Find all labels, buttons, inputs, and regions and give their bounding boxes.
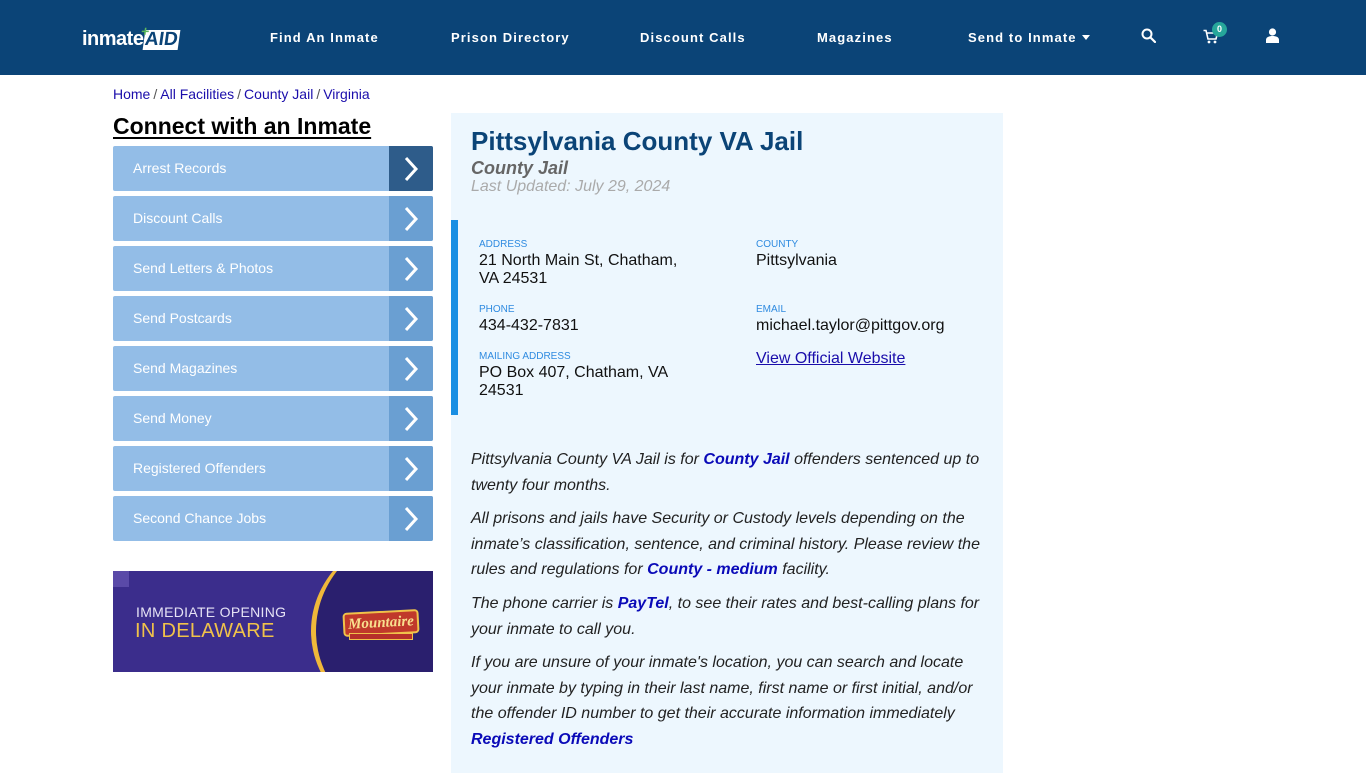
nav-magazines[interactable]: Magazines: [817, 30, 893, 45]
mailing-address-label: MAILING ADDRESS: [479, 351, 571, 362]
last-updated: Last Updated: July 29, 2024: [471, 178, 671, 195]
logo-aid: AID: [144, 29, 180, 50]
county-field: COUNTY Pittsylvania: [756, 239, 837, 270]
logo-text-inmate: inmate: [82, 28, 144, 50]
text: If you are unsure of your inmate's locat…: [471, 654, 973, 723]
chevron-right-icon: [389, 496, 433, 541]
ad-subheadline: IN DELAWARE: [135, 620, 275, 642]
description-paragraph: If you are unsure of your inmate's locat…: [471, 650, 991, 752]
ad-headline: IMMEDIATE OPENING: [136, 604, 287, 620]
breadcrumb-all-facilities[interactable]: All Facilities: [160, 86, 234, 102]
chevron-right-icon: [389, 146, 433, 191]
cart-count-badge: 0: [1212, 22, 1227, 37]
phone-value: 434-432-7831: [479, 317, 579, 334]
sidebar-item-label: Registered Offenders: [133, 460, 266, 476]
text: facility.: [777, 561, 830, 579]
sidebar-item-label: Second Chance Jobs: [133, 510, 267, 526]
breadcrumb-county-jail[interactable]: County Jail: [244, 86, 313, 102]
sidebar-item-label: Send Money: [133, 410, 212, 426]
chevron-right-icon: [389, 196, 433, 241]
facility-description: Pittsylvania County VA Jail is for Count…: [471, 447, 991, 761]
sidebar-item-send-money[interactable]: Send Money: [113, 396, 433, 441]
email-field: EMAIL michael.taylor@pittgov.org: [756, 304, 944, 335]
logo-text-aid: + AID: [141, 23, 181, 50]
address-field: ADDRESS 21 North Main St, Chatham, VA 24…: [479, 239, 694, 288]
sidebar-title[interactable]: Connect with an Inmate: [113, 113, 371, 140]
chevron-right-icon: [389, 296, 433, 341]
sidebar-item-label: Send Postcards: [133, 310, 232, 326]
search-icon[interactable]: [1141, 28, 1157, 48]
ad-brand-ribbon: [349, 633, 413, 640]
text: Pittsylvania County VA Jail is for: [471, 451, 704, 468]
chevron-right-icon: [389, 346, 433, 391]
facility-panel: Pittsylvania County VA Jail County Jail …: [451, 113, 1003, 773]
user-icon[interactable]: [1266, 28, 1279, 48]
text: The phone carrier is: [471, 594, 618, 612]
caret-down-icon: [1081, 35, 1090, 40]
nav-discount-calls[interactable]: Discount Calls: [640, 30, 746, 45]
inmateaid-logo[interactable]: inmate + AID: [82, 23, 181, 50]
sidebar-item-registered-offenders[interactable]: Registered Offenders: [113, 446, 433, 491]
phone-field: PHONE 434-432-7831: [479, 304, 579, 335]
chevron-right-icon: [389, 396, 433, 441]
phone-label: PHONE: [479, 304, 515, 315]
sidebar-item-arrest-records[interactable]: Arrest Records: [113, 146, 433, 191]
county-medium-link[interactable]: County - medium: [647, 561, 778, 578]
sidebar-item-label: Discount Calls: [133, 210, 223, 226]
address-value: 21 North Main St, Chatham, VA 24531: [479, 252, 678, 287]
breadcrumb: Home / All Facilities / County Jail / Virginia: [113, 86, 370, 102]
facility-title: Pittsylvania County VA Jail: [471, 126, 804, 156]
mailing-address-field: MAILING ADDRESS PO Box 407, Chatham, VA …: [479, 351, 684, 400]
sidebar-item-send-letters-photos[interactable]: Send Letters & Photos: [113, 246, 433, 291]
description-paragraph: Pittsylvania County VA Jail is for Count…: [471, 447, 991, 498]
paytel-link[interactable]: PayTel: [618, 595, 669, 612]
sidebar-item-label: Send Letters & Photos: [133, 260, 274, 276]
email-value: michael.taylor@pittgov.org: [756, 317, 945, 334]
description-paragraph: The phone carrier is PayTel, to see thei…: [471, 591, 991, 642]
nav-find-an-inmate[interactable]: Find An Inmate: [270, 30, 379, 45]
chevron-right-icon: [389, 246, 433, 291]
breadcrumb-separator: /: [316, 86, 321, 102]
sidebar-item-send-postcards[interactable]: Send Postcards: [113, 296, 433, 341]
sidebar-item-send-magazines[interactable]: Send Magazines: [113, 346, 433, 391]
info-accent-bar: [451, 220, 458, 415]
sidebar-item-discount-calls[interactable]: Discount Calls: [113, 196, 433, 241]
ad-banner[interactable]: IMMEDIATE OPENING IN DELAWARE Mountaire: [113, 571, 433, 672]
county-label: COUNTY: [756, 239, 799, 250]
breadcrumb-home[interactable]: Home: [113, 86, 150, 102]
breadcrumb-separator: /: [237, 86, 242, 102]
sidebar-item-label: Send Magazines: [133, 360, 238, 376]
county-jail-link[interactable]: County Jail: [703, 451, 789, 468]
address-label: ADDRESS: [479, 239, 528, 250]
nav-send-to-inmate[interactable]: Send to Inmate: [968, 30, 1090, 45]
facility-type: County Jail: [471, 158, 569, 178]
nav-send-to-inmate-label: Send to Inmate: [968, 30, 1077, 45]
ad-decoration: [113, 571, 129, 587]
breadcrumb-separator: /: [153, 86, 158, 102]
breadcrumb-virginia[interactable]: Virginia: [323, 86, 369, 102]
description-paragraph: All prisons and jails have Security or C…: [471, 506, 991, 583]
sidebar-item-second-chance-jobs[interactable]: Second Chance Jobs: [113, 496, 433, 541]
sidebar-menu: Arrest Records Discount Calls Send Lette…: [113, 146, 433, 546]
official-website-link[interactable]: View Official Website: [756, 350, 905, 368]
email-label: EMAIL: [756, 304, 787, 315]
nav-prison-directory[interactable]: Prison Directory: [451, 30, 570, 45]
mailing-address-value: PO Box 407, Chatham, VA 24531: [479, 364, 668, 399]
sidebar-item-label: Arrest Records: [133, 160, 227, 176]
county-value: Pittsylvania: [756, 252, 837, 269]
chevron-right-icon: [389, 446, 433, 491]
top-navbar: inmate + AID Find An Inmate Prison Direct…: [0, 0, 1366, 75]
registered-offenders-link[interactable]: Registered Offenders: [471, 731, 633, 748]
